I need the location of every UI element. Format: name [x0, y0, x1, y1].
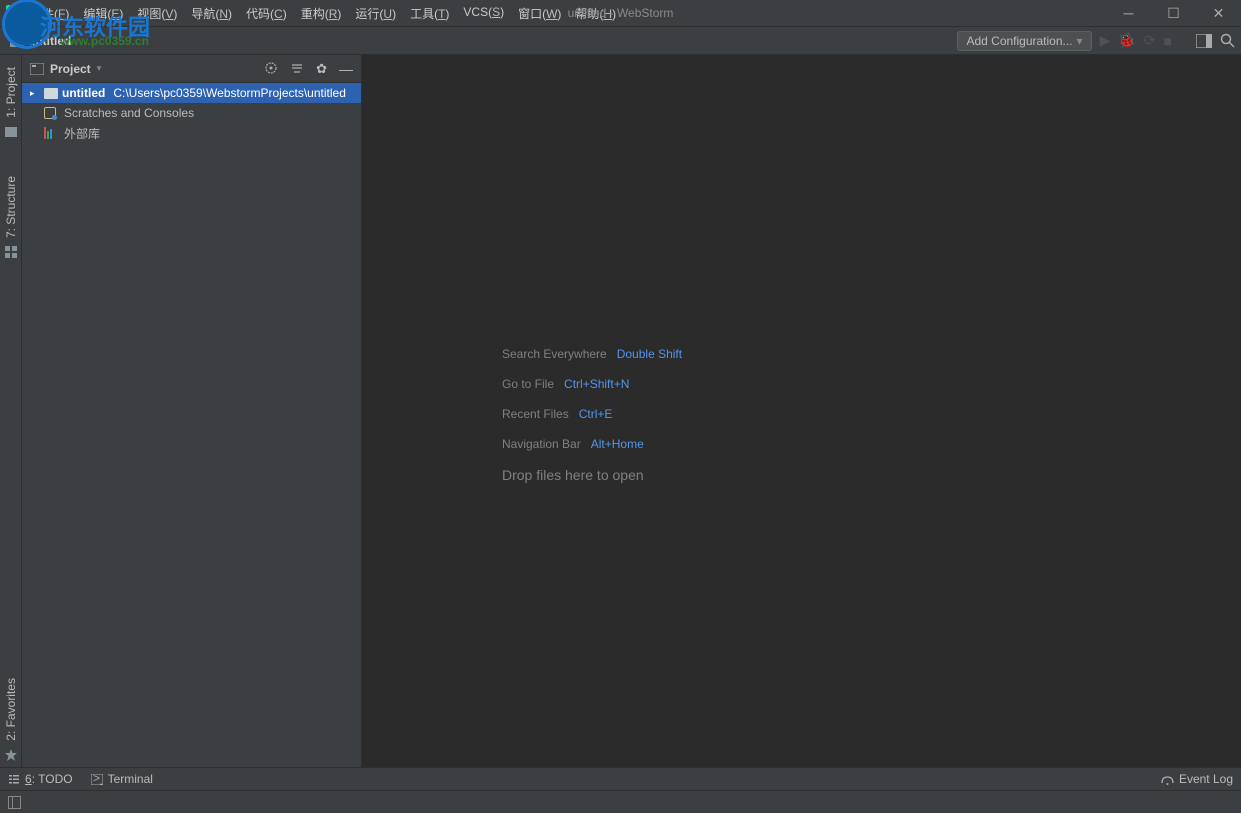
tree-root-node[interactable]: ▸ untitled C:\Users\pc0359\WebstormProje… — [22, 83, 361, 103]
window-close-button[interactable]: ✕ — [1196, 0, 1241, 27]
project-tab-icon — [5, 126, 17, 138]
breadcrumb-root: untitled — [28, 34, 71, 48]
menu-vcs[interactable]: VCS(S) — [463, 5, 504, 22]
stop-icon[interactable]: ■ — [1164, 33, 1172, 49]
menu-edit[interactable]: 编辑(E) — [83, 5, 123, 22]
window-title: untitled - WebStorm — [568, 6, 674, 20]
search-icon[interactable] — [1220, 33, 1235, 48]
tree-root-path: C:\Users\pc0359\WebstormProjects\untitle… — [113, 86, 346, 100]
locate-icon[interactable] — [264, 61, 278, 77]
project-tree[interactable]: ▸ untitled C:\Users\pc0359\WebstormProje… — [22, 83, 361, 143]
event-log-tab[interactable]: Event Log — [1161, 772, 1233, 786]
editor-empty-state[interactable]: Search Everywhere Double Shift Go to Fil… — [362, 55, 1241, 767]
window-minimize-button[interactable]: ─ — [1106, 0, 1151, 27]
project-panel-title: Project — [50, 62, 91, 76]
rerun-icon[interactable]: ⟳ — [1144, 32, 1156, 49]
structure-tab-icon — [5, 246, 17, 258]
hint-navigation-bar: Navigation Bar Alt+Home — [502, 437, 644, 451]
debug-icon[interactable]: 🐞 — [1118, 32, 1135, 49]
expand-arrow-icon[interactable]: ▸ — [30, 88, 40, 99]
favorites-tab[interactable]: 2: Favorites — [4, 678, 18, 741]
tree-node-label: Scratches and Consoles — [64, 106, 194, 120]
bottom-tool-bar: 6: TODO >_ Terminal Event Log — [0, 767, 1241, 790]
tree-root-label: untitled — [62, 86, 105, 100]
structure-tab[interactable]: 7: Structure — [4, 176, 18, 238]
folder-icon — [44, 88, 58, 99]
project-panel-header: Project ▾ ✿ — — [22, 55, 361, 83]
menu-tools[interactable]: 工具(T) — [410, 5, 449, 22]
terminal-tab[interactable]: >_ Terminal — [91, 772, 153, 786]
project-panel: Project ▾ ✿ — ▸ untitled C:\Users\pc0359… — [22, 55, 362, 767]
left-tool-gutter: 1: Project 7: Structure 2: Favorites — [0, 55, 22, 767]
favorites-tab-icon — [5, 749, 17, 761]
menu-refactor[interactable]: 重构(R) — [301, 5, 342, 22]
hint-recent-files: Recent Files Ctrl+E — [502, 407, 612, 421]
window-maximize-button[interactable]: ☐ — [1151, 0, 1196, 27]
project-tab[interactable]: 1: Project — [4, 67, 18, 118]
main-menu: 文件(F) 编辑(E) 视图(V) 导航(N) 代码(C) 重构(R) 运行(U… — [30, 5, 616, 22]
todo-icon — [8, 773, 20, 785]
webstorm-icon: WS — [6, 5, 22, 21]
tool-window-toggle-icon[interactable] — [8, 796, 21, 809]
add-configuration-button[interactable]: Add Configuration...▾ — [957, 31, 1091, 51]
drop-hint: Drop files here to open — [502, 467, 644, 483]
menu-window[interactable]: 窗口(W) — [518, 5, 561, 22]
todo-tab[interactable]: 6: TODO — [8, 772, 73, 786]
menu-file[interactable]: 文件(F) — [30, 5, 69, 22]
menu-view[interactable]: 视图(V) — [137, 5, 177, 22]
tree-scratches-node[interactable]: Scratches and Consoles — [22, 103, 361, 123]
breadcrumb[interactable]: untitled — [10, 34, 71, 48]
tree-external-libs-node[interactable]: 外部库 — [22, 123, 361, 143]
folder-icon — [10, 35, 24, 47]
status-bar — [0, 790, 1241, 813]
svg-text:>_: >_ — [93, 774, 103, 785]
hint-search-everywhere: Search Everywhere Double Shift — [502, 347, 682, 361]
project-view-icon — [30, 63, 44, 75]
run-icon[interactable]: ▶ — [1100, 32, 1111, 49]
scratches-icon — [44, 107, 56, 119]
tree-node-label: 外部库 — [64, 125, 100, 142]
terminal-icon: >_ — [91, 774, 103, 785]
menu-navigate[interactable]: 导航(N) — [191, 5, 232, 22]
navigation-bar: untitled Add Configuration...▾ ▶ 🐞 ⟳ ■ — [0, 27, 1241, 55]
hide-panel-icon[interactable]: — — [339, 61, 353, 77]
title-bar: WS 文件(F) 编辑(E) 视图(V) 导航(N) 代码(C) 重构(R) 运… — [0, 0, 1241, 27]
dropdown-icon[interactable]: ▾ — [97, 63, 102, 74]
menu-code[interactable]: 代码(C) — [246, 5, 287, 22]
hint-go-to-file: Go to File Ctrl+Shift+N — [502, 377, 629, 391]
external-libs-icon — [44, 127, 56, 139]
layout-icon[interactable] — [1196, 34, 1212, 48]
collapse-all-icon[interactable] — [290, 61, 304, 77]
gear-icon[interactable]: ✿ — [316, 61, 327, 77]
event-log-icon — [1161, 773, 1174, 786]
menu-run[interactable]: 运行(U) — [355, 5, 396, 22]
